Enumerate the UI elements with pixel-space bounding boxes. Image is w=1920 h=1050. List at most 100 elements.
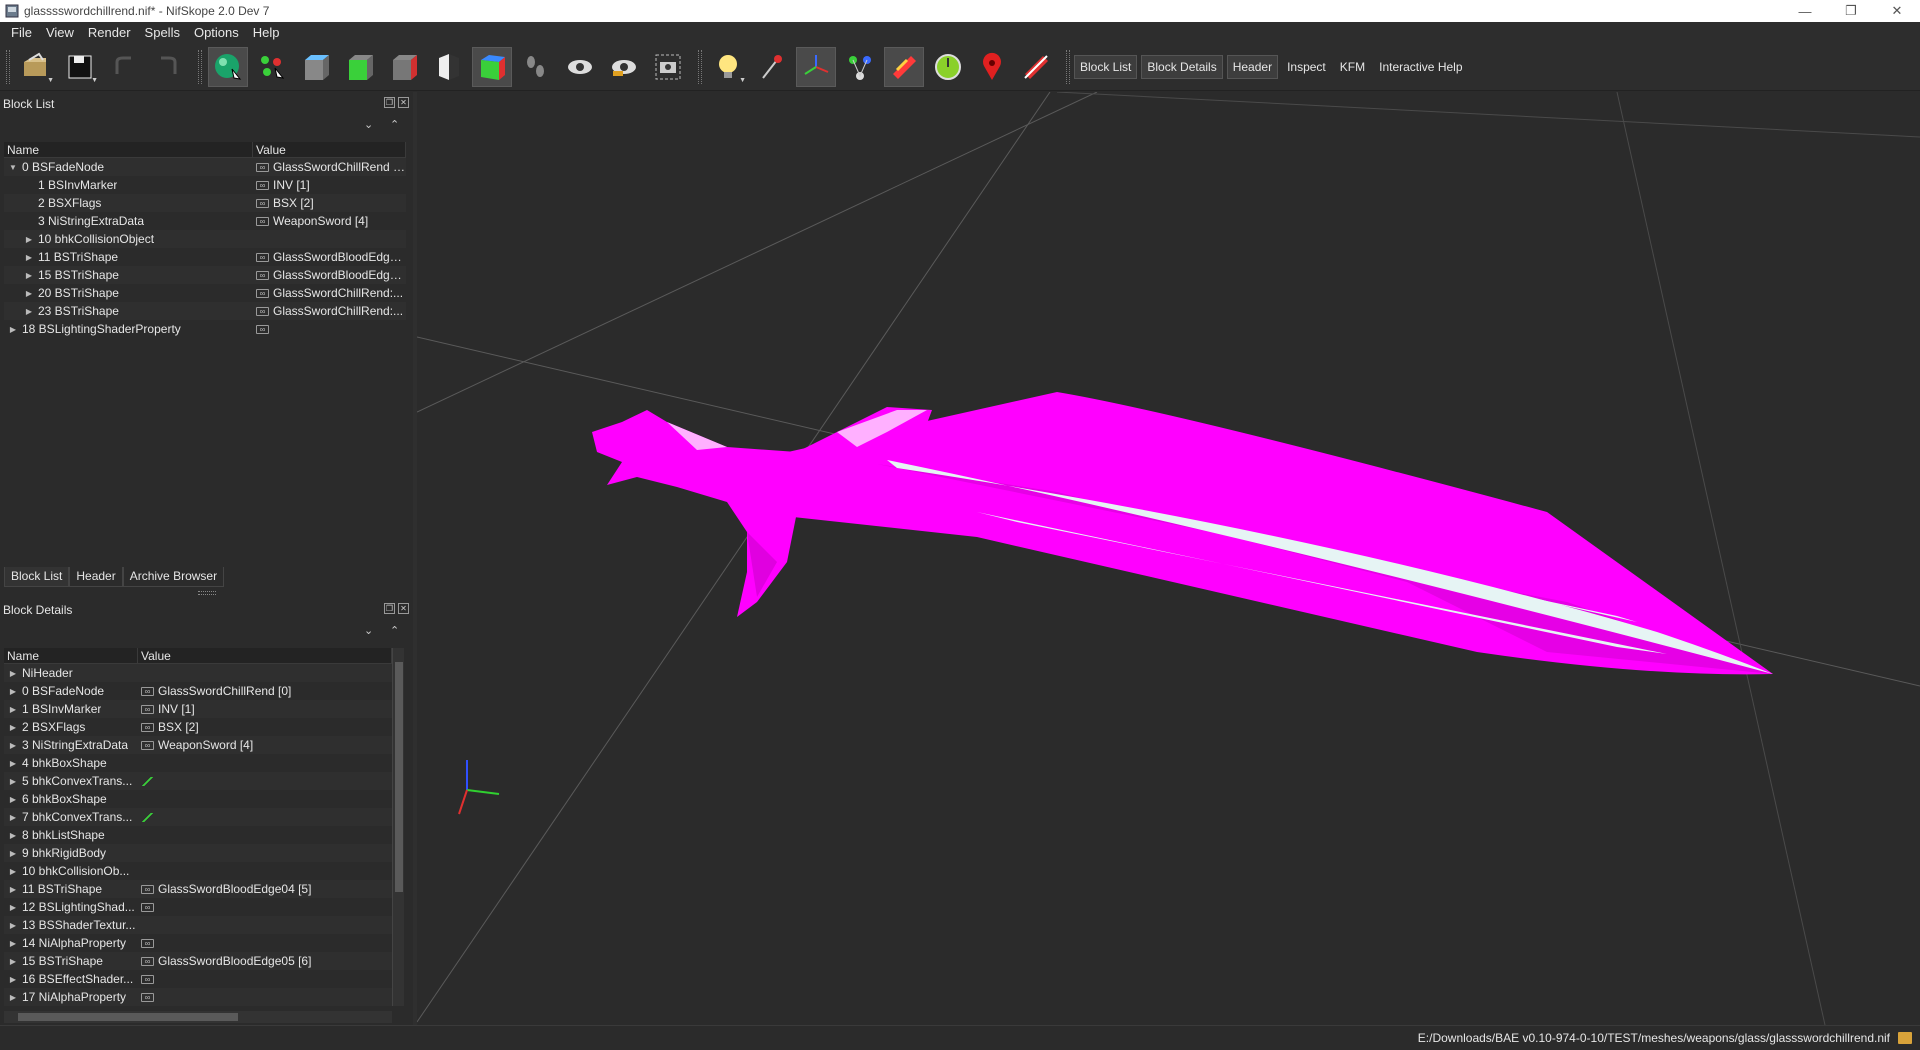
expand-arrow-icon[interactable]: ▶ — [8, 741, 18, 750]
menu-view[interactable]: View — [39, 22, 81, 43]
expand-arrow-icon[interactable]: ▶ — [8, 687, 18, 696]
expand-all-button[interactable]: ⌄ — [364, 118, 373, 131]
disable-textures-button[interactable] — [1016, 47, 1056, 87]
expand-arrow-icon[interactable]: ▶ — [8, 903, 18, 912]
column-header-value[interactable]: Value — [138, 648, 392, 663]
close-button[interactable]: ✕ — [1874, 0, 1920, 22]
expand-arrow-icon[interactable]: ▶ — [8, 921, 18, 930]
expand-arrow-icon[interactable]: ▶ — [8, 939, 18, 948]
redo-button[interactable] — [148, 47, 188, 87]
block-details-row[interactable]: ▶ 13 BSShaderTextur... — [4, 916, 392, 934]
block-details-row[interactable]: ▶ 5 bhkConvexTrans... — [4, 772, 392, 790]
block-list-row[interactable]: ▶ 11 BSTriShape ∞ GlassSwordBloodEdge... — [4, 248, 406, 266]
block-list-row[interactable]: ▼ 0 BSFadeNode ∞ GlassSwordChillRend [0] — [4, 158, 406, 176]
menu-options[interactable]: Options — [187, 22, 246, 43]
show-hidden-button[interactable] — [560, 47, 600, 87]
collapse-all-button[interactable]: ⌃ — [390, 624, 399, 637]
select-vertex-button[interactable] — [252, 47, 292, 87]
dock-splitter-handle[interactable] — [198, 591, 216, 595]
collapse-arrow-icon[interactable]: ▼ — [8, 163, 18, 172]
expand-arrow-icon[interactable]: ▶ — [8, 669, 18, 678]
show-constraints-button[interactable] — [840, 47, 880, 87]
expand-arrow-icon[interactable]: ▶ — [8, 831, 18, 840]
block-details-row[interactable]: ▶ 2 BSXFlags ∞ BSX [2] — [4, 718, 392, 736]
expand-arrow-icon[interactable]: ▶ — [8, 759, 18, 768]
block-details-row[interactable]: ▶ 6 bhkBoxShape — [4, 790, 392, 808]
show-markers-button[interactable] — [972, 47, 1012, 87]
interactive-help-button[interactable]: Interactive Help — [1374, 56, 1467, 78]
toggle-kfm-button[interactable]: KFM — [1335, 56, 1370, 78]
details-vertical-scrollbar[interactable] — [392, 648, 404, 1006]
block-details-row[interactable]: ▶ NiHeader — [4, 664, 392, 682]
menu-help[interactable]: Help — [246, 22, 287, 43]
column-header-value[interactable]: Value — [253, 142, 406, 157]
view-user-button[interactable] — [472, 46, 512, 87]
toggle-inspect-button[interactable]: Inspect — [1282, 56, 1331, 78]
block-list-row[interactable]: 1 BSInvMarker ∞ INV [1] — [4, 176, 406, 194]
block-details-row[interactable]: ▶ 8 bhkListShape — [4, 826, 392, 844]
save-button[interactable]: ▼ — [60, 47, 100, 87]
expand-arrow-icon[interactable]: ▶ — [24, 307, 34, 316]
expand-arrow-icon[interactable]: ▶ — [24, 289, 34, 298]
scene-canvas[interactable] — [417, 92, 1920, 1025]
collapse-all-button[interactable]: ⌃ — [390, 118, 399, 131]
expand-arrow-icon[interactable]: ▶ — [8, 723, 18, 732]
expand-arrow-icon[interactable]: ▶ — [24, 271, 34, 280]
expand-arrow-icon[interactable]: ▶ — [8, 813, 18, 822]
undo-button[interactable] — [104, 47, 144, 87]
block-details-row[interactable]: ▶ 16 BSEffectShader... ∞ — [4, 970, 392, 988]
expand-arrow-icon[interactable]: ▶ — [24, 253, 34, 262]
block-list-row[interactable]: ▶ 10 bhkCollisionObject — [4, 230, 406, 248]
menu-spells[interactable]: Spells — [138, 22, 187, 43]
sword-model[interactable] — [592, 392, 1773, 675]
expand-arrow-icon[interactable]: ▶ — [8, 795, 18, 804]
lighting-button[interactable]: ▼ — [708, 47, 748, 87]
block-list-row[interactable]: 3 NiStringExtraData ∞ WeaponSword [4] — [4, 212, 406, 230]
minimize-button[interactable]: — — [1782, 0, 1828, 22]
block-details-row[interactable]: ▶ 1 BSInvMarker ∞ INV [1] — [4, 700, 392, 718]
float-dock-button[interactable]: ❐ — [384, 603, 395, 614]
view-front-button[interactable] — [340, 47, 380, 87]
show-axes-button[interactable] — [796, 46, 836, 87]
screenshot-button[interactable] — [648, 47, 688, 87]
expand-arrow-icon[interactable]: ▶ — [24, 235, 34, 244]
block-list-row[interactable]: ▶ 15 BSTriShape ∞ GlassSwordBloodEdge... — [4, 266, 406, 284]
expand-arrow-icon[interactable]: ▶ — [8, 993, 18, 1002]
select-object-button[interactable] — [208, 46, 248, 87]
block-details-row[interactable]: ▶ 9 bhkRigidBody — [4, 844, 392, 862]
block-list-row[interactable]: ▶ 18 BSLightingShaderProperty ∞ — [4, 320, 406, 338]
block-list-row[interactable]: ▶ 23 BSTriShape ∞ GlassSwordChillRend:... — [4, 302, 406, 320]
block-details-row[interactable]: ▶ 4 bhkBoxShape — [4, 754, 392, 772]
tab-header[interactable]: Header — [69, 567, 123, 587]
view-side-button[interactable] — [384, 47, 424, 87]
block-details-row[interactable]: ▶ 10 bhkCollisionOb... — [4, 862, 392, 880]
render-viewport[interactable] — [417, 92, 1920, 1025]
close-dock-button[interactable]: ✕ — [398, 97, 409, 108]
block-details-row[interactable]: ▶ 3 NiStringExtraData ∞ WeaponSword [4] — [4, 736, 392, 754]
expand-arrow-icon[interactable]: ▶ — [8, 705, 18, 714]
expand-all-button[interactable]: ⌄ — [364, 624, 373, 637]
view-top-button[interactable] — [296, 47, 336, 87]
view-perspective-button[interactable] — [428, 47, 468, 87]
expand-arrow-icon[interactable]: ▶ — [8, 777, 18, 786]
block-details-row[interactable]: ▶ 17 NiAlphaProperty ∞ — [4, 988, 392, 1006]
expand-arrow-icon[interactable]: ▶ — [8, 975, 18, 984]
tab-block-list[interactable]: Block List — [4, 567, 70, 587]
restore-button[interactable]: ❐ — [1828, 0, 1874, 22]
block-list-row[interactable]: ▶ 20 BSTriShape ∞ GlassSwordChillRend:... — [4, 284, 406, 302]
block-details-row[interactable]: ▶ 12 BSLightingShad... ∞ — [4, 898, 392, 916]
walk-mode-button[interactable] — [516, 47, 556, 87]
float-dock-button[interactable]: ❐ — [384, 97, 395, 108]
block-details-row[interactable]: ▶ 7 bhkConvexTrans... — [4, 808, 392, 826]
expand-arrow-icon[interactable]: ▶ — [8, 957, 18, 966]
toggle-block-list-button[interactable]: Block List — [1074, 54, 1138, 79]
toolbar-grip[interactable] — [6, 49, 10, 84]
load-button[interactable]: ▼ — [16, 47, 56, 87]
block-details-row[interactable]: ▶ 11 BSTriShape ∞ GlassSwordBloodEdge04 [5] — [4, 880, 392, 898]
show-havok-button[interactable] — [884, 46, 924, 87]
details-horizontal-scrollbar[interactable] — [4, 1011, 392, 1023]
toggle-header-button[interactable]: Header — [1226, 54, 1279, 79]
block-list-row[interactable]: 2 BSXFlags ∞ BSX [2] — [4, 194, 406, 212]
column-header-name[interactable]: Name — [4, 142, 253, 157]
hide-marked-button[interactable] — [604, 47, 644, 87]
